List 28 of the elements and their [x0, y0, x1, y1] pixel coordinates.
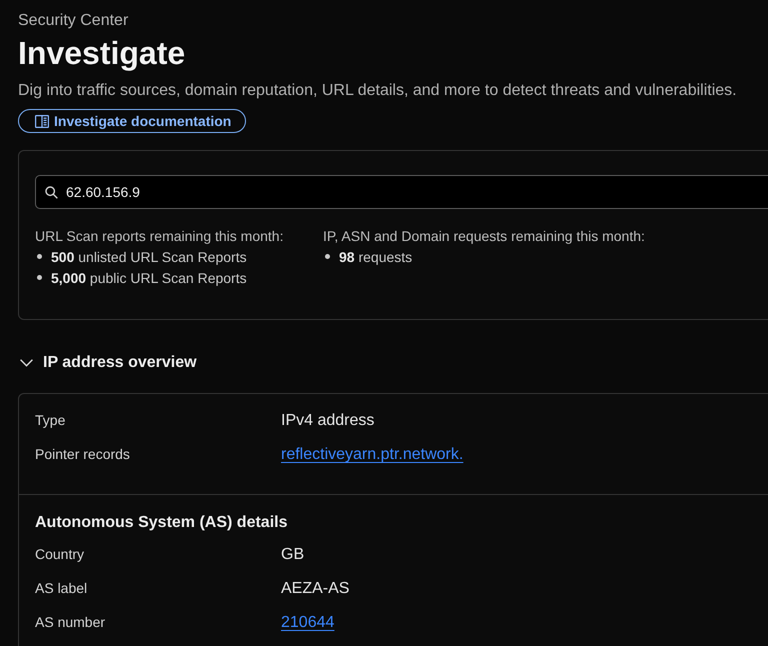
field-label: AS number [35, 612, 106, 632]
search-field[interactable]: 62.60.156.9 [35, 175, 768, 209]
field-label: Pointer records [35, 444, 130, 464]
chevron-down-icon [20, 359, 33, 367]
book-icon [35, 114, 49, 128]
bullet-icon [325, 254, 330, 259]
quota-item: 5,000 public URL Scan Reports [51, 268, 247, 288]
field-value: GB [281, 545, 304, 565]
bullet-icon [37, 275, 42, 280]
search-icon [45, 186, 58, 198]
field-value: AEZA-AS [281, 579, 350, 599]
quota-item: 500 unlisted URL Scan Reports [51, 248, 247, 266]
quota-heading: URL Scan reports remaining this month: [35, 227, 284, 246]
value-link[interactable]: reflectiveyarn.ptr.network. [281, 444, 464, 466]
field-label: AS label [35, 578, 88, 598]
field-label: Country [35, 544, 84, 564]
field-value: IPv4 address [281, 411, 374, 431]
field-label: Type [35, 410, 66, 430]
value-link[interactable]: 210644 [281, 612, 334, 634]
documentation-button[interactable]: Investigate documentation [18, 109, 246, 133]
quota-item: 98 requests [339, 248, 412, 266]
section-toggle[interactable]: IP address overview [18, 351, 197, 375]
quota-heading: IP, ASN and Domain requests remaining this month: [323, 227, 645, 246]
section-title: Autonomous System (AS) details [35, 513, 288, 533]
breadcrumb: Security Center [18, 11, 128, 31]
page-description: Dig into traffic sources, domain reputation, URL details, and more to detect threats and vulnerabilities. [18, 81, 737, 101]
page-title: Investigate [18, 34, 186, 73]
bullet-icon [37, 254, 42, 259]
